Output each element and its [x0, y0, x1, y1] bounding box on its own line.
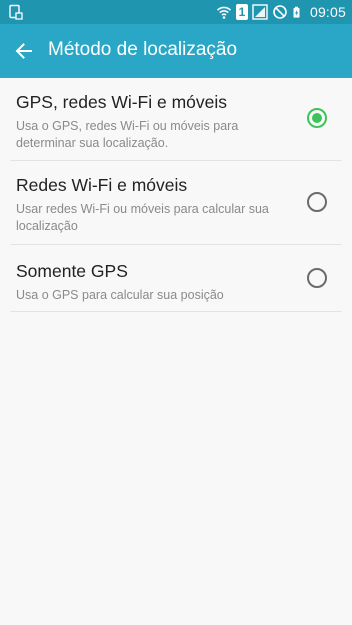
option-subtitle: Usa o GPS, redes Wi-Fi ou móveis para de…: [16, 119, 239, 150]
option-title: Somente GPS: [16, 261, 128, 281]
option-subtitle: Usar redes Wi-Fi ou móveis para calcular…: [16, 202, 269, 233]
sim-1-label: 1: [238, 5, 246, 19]
page-title: Método de localização: [48, 39, 238, 60]
radio-button[interactable]: [307, 268, 327, 288]
status-time: 09:05: [309, 4, 346, 20]
option-title: Redes Wi-Fi e móveis: [16, 175, 188, 195]
option-subtitle: Usa o GPS para calcular sua posição: [16, 288, 224, 302]
wifi-icon: [216, 6, 232, 19]
arrow-back-icon: [15, 43, 32, 59]
option-gps-only[interactable]: Somente GPS Usa o GPS para calcular sua …: [10, 245, 342, 312]
screen-capture-icon: [9, 4, 23, 20]
app-bar: Método de localização: [0, 24, 352, 78]
status-icons: 1 09:05: [216, 0, 346, 24]
back-button[interactable]: [8, 35, 40, 67]
signal-icon: [252, 4, 268, 20]
option-wifi-mobile[interactable]: Redes Wi-Fi e móveis Usar redes Wi-Fi ou…: [10, 161, 342, 245]
do-not-disturb-icon: [273, 5, 287, 19]
sim-1-icon: 1: [235, 4, 248, 20]
status-bar: 1 09:05: [0, 0, 352, 24]
option-title: GPS, redes Wi-Fi e móveis: [16, 92, 228, 112]
option-gps-wifi-mobile[interactable]: GPS, redes Wi-Fi e móveis Usa o GPS, red…: [10, 78, 342, 161]
radio-button[interactable]: [307, 192, 327, 212]
radio-button-selected[interactable]: [307, 108, 327, 128]
location-method-list: GPS, redes Wi-Fi e móveis Usa o GPS, red…: [0, 78, 352, 312]
battery-charging-icon: [293, 6, 300, 18]
